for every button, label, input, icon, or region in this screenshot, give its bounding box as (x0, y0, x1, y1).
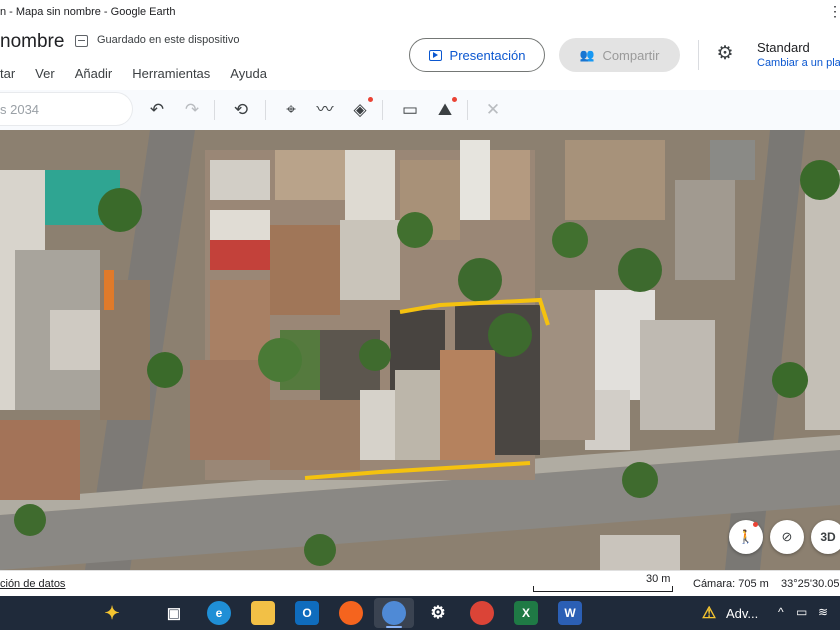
redo-icon[interactable]: ↷ (180, 98, 204, 122)
satellite-map-view[interactable]: 🚶 ⊘ 3D (0, 130, 840, 570)
history-icon[interactable]: ⟲ (229, 98, 253, 122)
menu-view[interactable]: Ver (35, 66, 55, 81)
chevron-up-icon[interactable]: ^ (778, 605, 784, 619)
notification-dot (452, 97, 457, 102)
toolbar-divider (214, 100, 215, 120)
active-indicator (386, 626, 402, 628)
wifi-icon[interactable]: ≋ (818, 605, 828, 619)
status-bar: ción de datos 30 m Cámara: 705 m 33°25'3… (0, 570, 840, 596)
toolbar-divider (467, 100, 468, 120)
scale-bar (533, 586, 673, 592)
map-style-title[interactable]: Standard (757, 40, 810, 55)
camera-altitude: Cámara: 705 m (693, 578, 769, 590)
google-earth-taskbar-button[interactable] (374, 598, 414, 628)
chrome-icon[interactable] (470, 601, 494, 625)
satellite-imagery (0, 130, 840, 570)
measure-disabled-icon[interactable]: ✕ (481, 98, 505, 122)
save-device-icon (75, 35, 88, 47)
toolbar-divider (382, 100, 383, 120)
toolbar-divider (265, 100, 266, 120)
menu-help[interactable]: Ayuda (230, 66, 267, 81)
google-earth-icon (382, 601, 406, 625)
battery-icon[interactable]: ▭ (796, 605, 807, 619)
notification-dot (368, 97, 373, 102)
search-input[interactable] (0, 93, 120, 125)
presentation-label: Presentación (449, 47, 526, 63)
word-icon[interactable]: W (558, 601, 582, 625)
firefox-icon[interactable] (339, 601, 363, 625)
people-icon: 👥 (579, 48, 595, 62)
project-name[interactable]: nombre (0, 31, 64, 53)
task-view-icon[interactable]: ▣ (162, 601, 186, 625)
share-button[interactable]: 👥 Compartir (559, 38, 680, 72)
scale-label: 30 m (646, 573, 671, 585)
toolbar: ↶ ↷ ⟲ ⌖ 〰 ◈ ▭ ⛰ ✕ (0, 90, 840, 130)
map-style-change-link[interactable]: Cambiar a un pla (757, 57, 840, 69)
coordinates: 33°25'30.05 (781, 578, 840, 590)
share-label: Compartir (602, 47, 660, 63)
save-status: Guardado en este dispositivo (97, 34, 240, 46)
menu-edit[interactable]: tar (0, 66, 15, 81)
placemark-icon[interactable]: ⌖ (279, 98, 303, 122)
ruler-icon[interactable]: ▭ (398, 98, 422, 122)
header-divider (698, 40, 699, 70)
weather-alert-label[interactable]: Adv... (726, 606, 758, 621)
undo-icon[interactable]: ↶ (145, 98, 169, 122)
file-explorer-icon[interactable] (251, 601, 275, 625)
search-box[interactable] (0, 93, 132, 125)
data-attribution-link[interactable]: ción de datos (0, 578, 65, 590)
menu-bar: tar Ver Añadir Herramientas Ayuda (0, 66, 287, 81)
excel-icon[interactable]: X (514, 601, 538, 625)
menu-add[interactable]: Añadir (75, 66, 113, 81)
settings-icon[interactable]: ⚙ (426, 601, 450, 625)
3d-toggle-button[interactable]: 3D (811, 520, 840, 554)
outlook-icon[interactable]: O (295, 601, 319, 625)
presentation-icon (428, 49, 442, 61)
title-bar: n - Mapa sin nombre - Google Earth ⋮ (0, 0, 840, 24)
app-header: nombre Guardado en este dispositivo tar … (0, 24, 840, 90)
more-options-icon[interactable]: ⋮ (828, 2, 840, 20)
gear-icon[interactable]: ⚙ (714, 43, 736, 65)
notification-dot (753, 522, 758, 527)
windows-taskbar: ✦ ▣ e O ⚙ X W ⚠ Adv... ^ ▭ ≋ (0, 596, 840, 630)
path-icon[interactable]: 〰 (313, 98, 337, 122)
menu-tools[interactable]: Herramientas (132, 66, 210, 81)
copilot-icon[interactable]: ✦ (100, 601, 124, 625)
window-title: n - Mapa sin nombre - Google Earth (0, 6, 176, 18)
presentation-button[interactable]: Presentación (409, 38, 545, 72)
edge-icon[interactable]: e (207, 601, 231, 625)
warning-icon[interactable]: ⚠ (697, 601, 721, 625)
compass-reset-icon[interactable]: ⊘ (770, 520, 804, 554)
